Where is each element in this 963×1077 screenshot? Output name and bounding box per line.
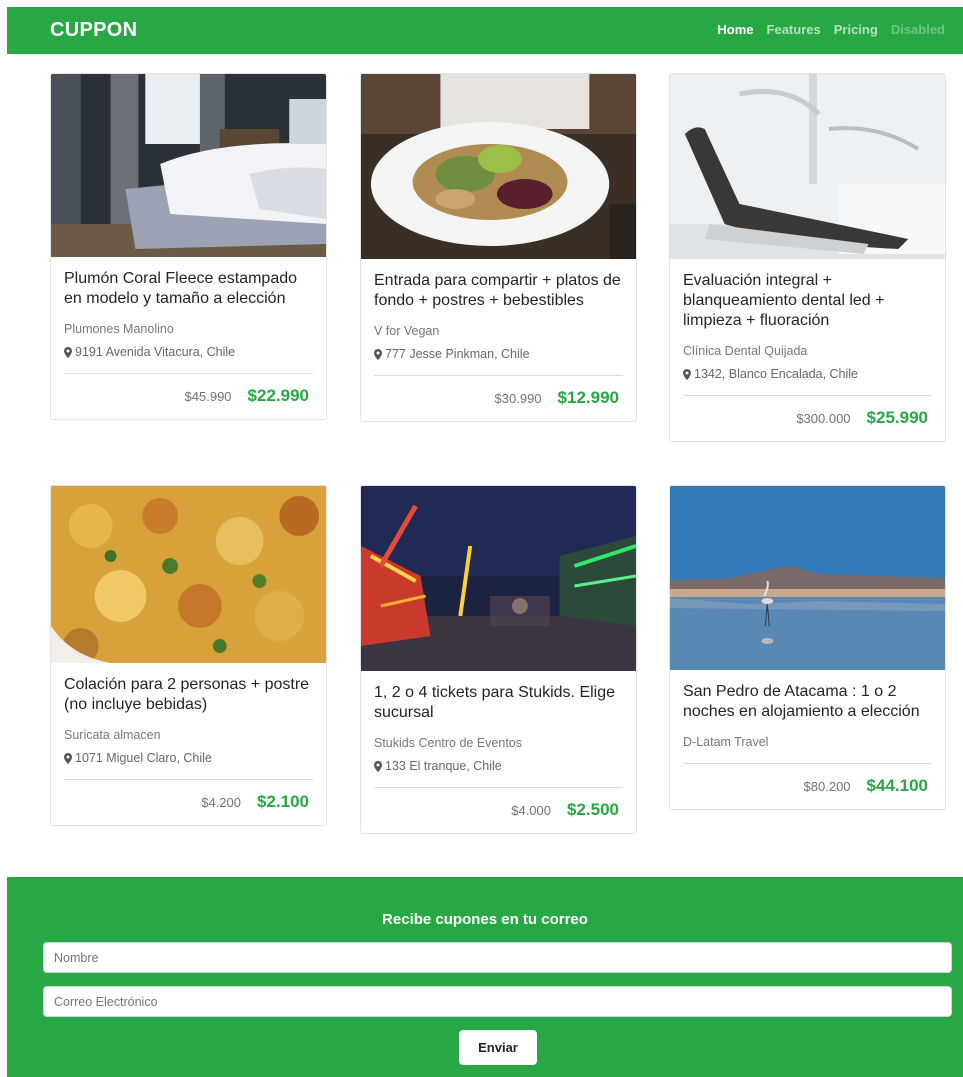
deal-image-stukids-fair[interactable] <box>361 486 636 671</box>
old-price: $4.200 <box>201 795 241 810</box>
deal-address-text: 9191 Avenida Vitacura, Chile <box>75 345 236 359</box>
deal-vendor: Suricata almacen <box>64 728 161 742</box>
location-pin-icon <box>374 760 382 772</box>
new-price: $22.990 <box>247 386 309 405</box>
deal-address-text: 1071 Miguel Claro, Chile <box>75 751 212 765</box>
deal-title[interactable]: 1, 2 o 4 tickets para Stukids. Elige suc… <box>374 683 623 723</box>
deal-card[interactable]: Plumón Coral Fleece estampado en modelo … <box>50 73 327 420</box>
deal-image-dental-chair[interactable] <box>670 74 945 259</box>
deal-address-text: 1342, Blanco Encalada, Chile <box>694 367 859 381</box>
deal-title[interactable]: Evaluación integral + blanqueamiento den… <box>683 271 932 331</box>
location-pin-icon <box>683 368 691 380</box>
old-price: $30.990 <box>494 391 542 406</box>
deal-card[interactable]: San Pedro de Atacama : 1 o 2 noches en a… <box>669 485 946 810</box>
newsletter-title: Recibe cupones en tu correo <box>382 911 588 928</box>
deal-title[interactable]: Colación para 2 personas + postre (no in… <box>64 675 313 715</box>
deal-address: 1071 Miguel Claro, Chile <box>64 751 313 765</box>
deal-prices: $4.200 $2.100 <box>51 780 326 825</box>
name-input[interactable] <box>43 942 952 973</box>
old-price: $80.200 <box>803 779 851 794</box>
newsletter-section: Recibe cupones en tu correo Enviar <box>7 877 963 1077</box>
deal-prices: $4.000 $2.500 <box>361 788 636 833</box>
nav-link-disabled: Disabled <box>890 22 945 37</box>
deal-vendor: Plumones Manolino <box>64 322 174 336</box>
location-pin-icon <box>374 348 382 360</box>
navbar: CUPPON Home Features Pricing Disabled <box>7 7 963 54</box>
new-price: $2.100 <box>257 792 309 811</box>
deal-vendor: D-Latam Travel <box>683 735 769 749</box>
deal-image-bedroom[interactable] <box>51 74 326 257</box>
deal-vendor: Stukids Centro de Eventos <box>374 736 522 750</box>
deal-address: 9191 Avenida Vitacura, Chile <box>64 345 313 359</box>
new-price: $12.990 <box>557 388 619 407</box>
nav-link-home[interactable]: Home <box>717 22 753 37</box>
old-price: $300.000 <box>796 411 851 426</box>
deal-image-vegan-plate[interactable] <box>361 74 636 259</box>
deal-card[interactable]: Colación para 2 personas + postre (no in… <box>50 485 327 826</box>
deal-prices: $30.990 $12.990 <box>361 376 636 421</box>
deal-prices: $80.200 $44.100 <box>670 764 945 809</box>
nav-link-features[interactable]: Features <box>767 22 821 37</box>
location-pin-icon <box>64 346 72 358</box>
brand-logo[interactable]: CUPPON <box>50 19 137 42</box>
submit-button[interactable]: Enviar <box>459 1030 537 1065</box>
deal-address-text: 133 El tranque, Chile <box>385 759 502 773</box>
nav-link-pricing[interactable]: Pricing <box>834 22 878 37</box>
deal-vendor: Clínica Dental Quijada <box>683 344 808 358</box>
email-input[interactable] <box>43 986 952 1017</box>
deal-image-atacama[interactable] <box>670 486 945 670</box>
location-pin-icon <box>64 752 72 764</box>
deal-image-colacion[interactable] <box>51 486 326 663</box>
deal-title[interactable]: Plumón Coral Fleece estampado en modelo … <box>64 269 313 309</box>
deal-title[interactable]: Entrada para compartir + platos de fondo… <box>374 271 623 311</box>
new-price: $44.100 <box>866 776 928 795</box>
deal-card[interactable]: Evaluación integral + blanqueamiento den… <box>669 73 946 442</box>
deal-address: 1342, Blanco Encalada, Chile <box>683 367 932 381</box>
deal-prices: $45.990 $22.990 <box>51 374 326 419</box>
old-price: $45.990 <box>184 389 232 404</box>
new-price: $2.500 <box>567 800 619 819</box>
deal-address: 777 Jesse Pinkman, Chile <box>374 347 623 361</box>
deal-card[interactable]: 1, 2 o 4 tickets para Stukids. Elige suc… <box>360 485 637 834</box>
deal-address: 133 El tranque, Chile <box>374 759 623 773</box>
deal-title[interactable]: San Pedro de Atacama : 1 o 2 noches en a… <box>683 682 932 722</box>
deal-prices: $300.000 $25.990 <box>670 396 945 441</box>
deal-card[interactable]: Entrada para compartir + platos de fondo… <box>360 73 637 422</box>
old-price: $4.000 <box>511 803 551 818</box>
nav-links: Home Features Pricing Disabled <box>717 22 945 37</box>
deal-vendor: V for Vegan <box>374 324 440 338</box>
deal-address-text: 777 Jesse Pinkman, Chile <box>385 347 530 361</box>
new-price: $25.990 <box>866 408 928 427</box>
